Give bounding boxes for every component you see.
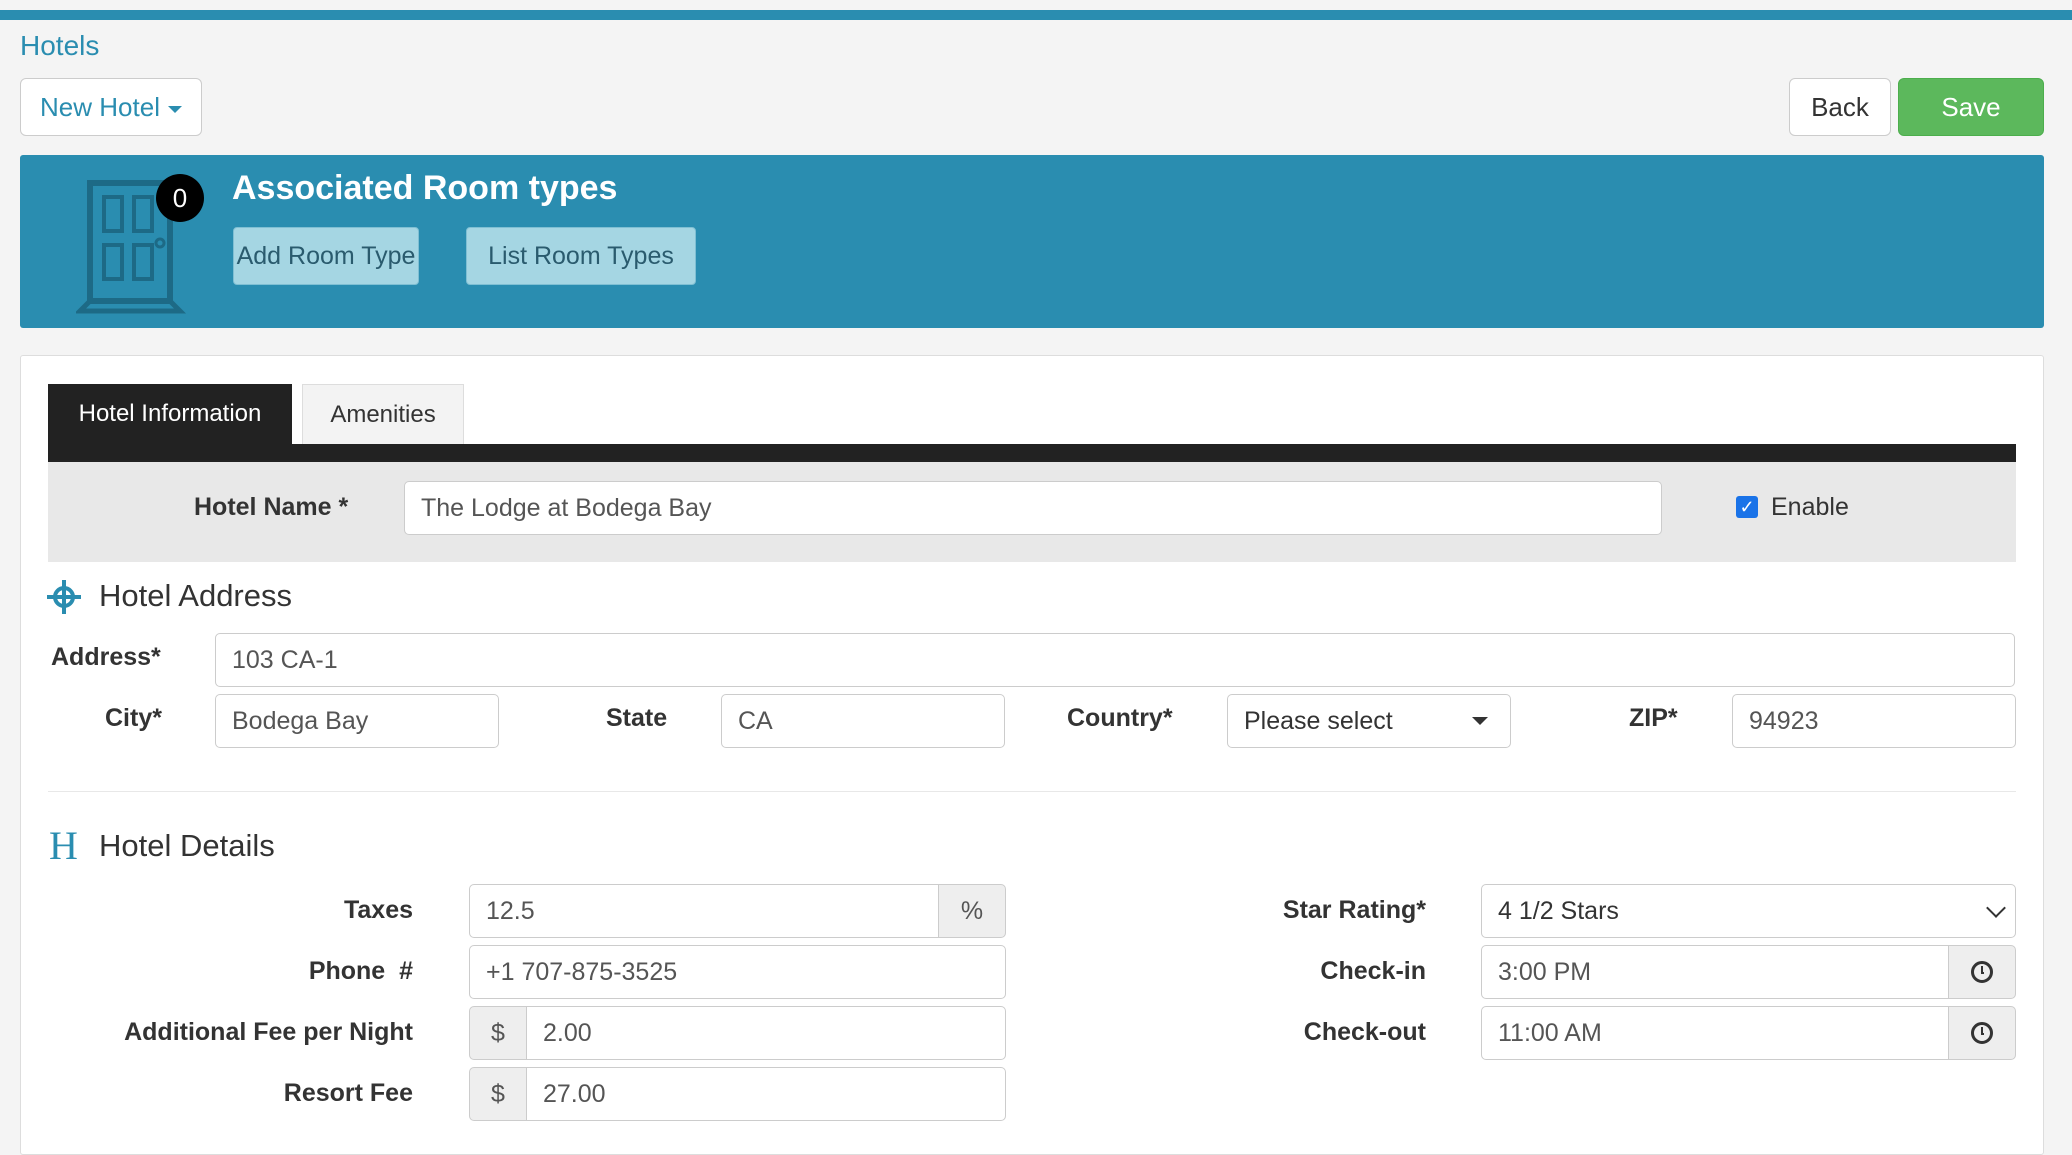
chevron-down-icon [1986, 898, 2006, 918]
address-input[interactable]: 103 CA-1 [215, 633, 2015, 687]
hotel-h-icon: H [49, 823, 78, 868]
phone-input[interactable]: +1 707-875-3525 [469, 945, 1006, 999]
add-room-type-button[interactable]: Add Room Type [233, 227, 419, 285]
taxes-label: Taxes [343, 896, 413, 924]
checkin-clock-button[interactable] [1948, 945, 2016, 999]
clock-icon [1971, 1022, 1993, 1044]
clock-icon [1971, 961, 1993, 983]
state-label: State [606, 704, 668, 732]
room-types-banner: 0 Associated Room types Add Room Type Li… [20, 155, 2044, 328]
hotel-form-panel: Hotel Information Amenities Hotel Name *… [20, 355, 2044, 1155]
back-button[interactable]: Back [1789, 78, 1891, 136]
checkin-input[interactable]: 3:00 PM [1481, 945, 1949, 999]
currency-addon: $ [469, 1006, 527, 1060]
city-label: City* [105, 704, 162, 732]
tab-amenities[interactable]: Amenities [302, 384, 464, 444]
address-label: Address* [51, 643, 161, 671]
currency-addon: $ [469, 1067, 527, 1121]
country-label: Country* [1067, 704, 1173, 732]
additional-fee-label: Additional Fee per Night [124, 1018, 413, 1046]
section-divider [48, 791, 2016, 792]
zip-input[interactable]: 94923 [1732, 694, 2016, 748]
additional-fee-input[interactable]: 2.00 [526, 1006, 1006, 1060]
crosshair-icon [47, 580, 81, 614]
caret-down-icon [1472, 717, 1488, 725]
country-select-value: Please select [1244, 706, 1393, 735]
percent-addon: % [938, 884, 1006, 938]
hotel-address-title: Hotel Address [99, 578, 292, 613]
room-type-count-badge: 0 [156, 174, 204, 222]
country-select[interactable]: Please select [1227, 694, 1511, 748]
resort-fee-input[interactable]: 27.00 [526, 1067, 1006, 1121]
checkout-label: Check-out [1303, 1018, 1426, 1046]
top-accent-bar [0, 10, 2072, 20]
enable-checkbox[interactable]: ✓ [1736, 496, 1758, 518]
star-rating-label: Star Rating* [1282, 896, 1426, 924]
state-input[interactable]: CA [721, 694, 1005, 748]
city-input[interactable]: Bodega Bay [215, 694, 499, 748]
save-button[interactable]: Save [1898, 78, 2044, 136]
star-rating-value: 4 1/2 Stars [1498, 896, 1619, 925]
taxes-input[interactable]: 12.5 [469, 884, 939, 938]
checkout-clock-button[interactable] [1948, 1006, 2016, 1060]
star-rating-select[interactable]: 4 1/2 Stars [1481, 884, 2016, 938]
tab-underline [48, 444, 2016, 462]
list-room-types-button[interactable]: List Room Types [466, 227, 696, 285]
hotel-name-label: Hotel Name * [194, 493, 349, 521]
caret-down-icon [167, 105, 182, 113]
breadcrumb-hotels[interactable]: Hotels [20, 30, 99, 62]
phone-label: Phone # [308, 957, 413, 985]
hotel-name-input[interactable]: The Lodge at Bodega Bay [404, 481, 1662, 535]
checkout-input[interactable]: 11:00 AM [1481, 1006, 1949, 1060]
hotel-details-title: Hotel Details [99, 828, 275, 863]
tab-hotel-information[interactable]: Hotel Information [48, 384, 292, 444]
checkin-label: Check-in [1320, 957, 1426, 985]
banner-title: Associated Room types [232, 169, 618, 207]
new-hotel-dropdown-button[interactable]: New Hotel [20, 78, 202, 136]
zip-label: ZIP* [1629, 704, 1678, 732]
new-hotel-label: New Hotel [40, 91, 160, 122]
resort-fee-label: Resort Fee [283, 1079, 413, 1107]
enable-label: Enable [1771, 493, 1849, 521]
